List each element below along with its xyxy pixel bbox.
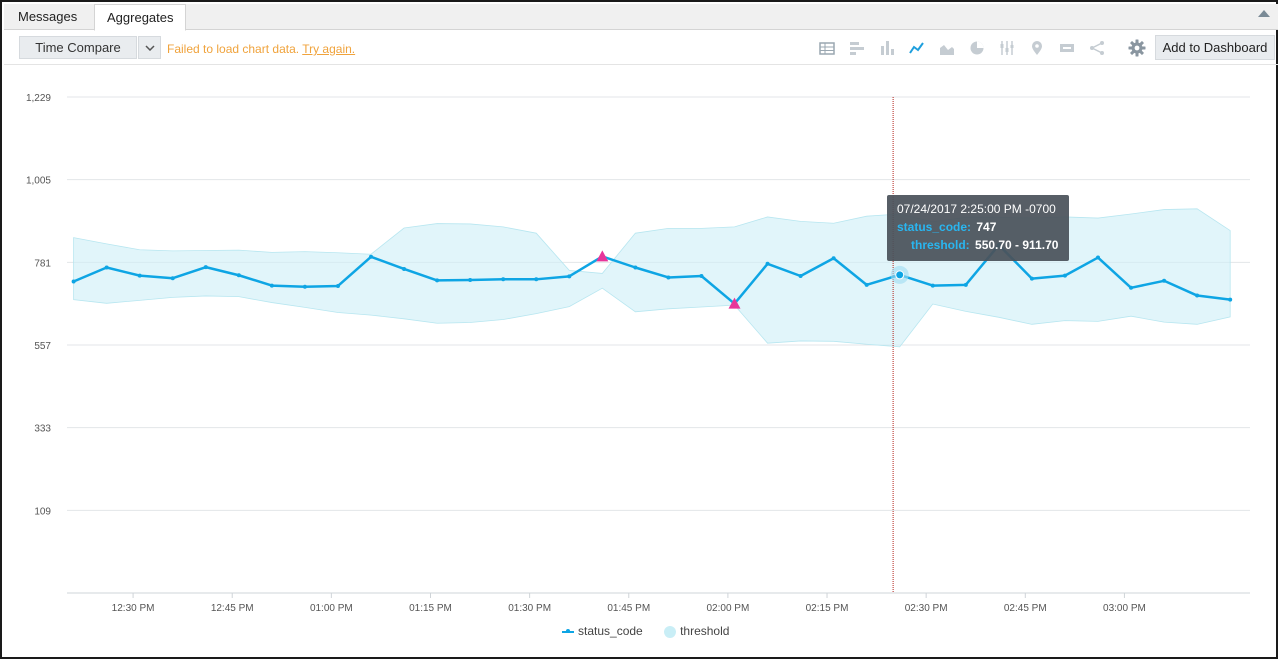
chart-legend: status_code threshold xyxy=(562,623,747,638)
x-tick-label: 01:15 PM xyxy=(409,603,452,614)
status-code-point xyxy=(666,275,671,280)
status-code-point xyxy=(930,283,935,288)
status-code-point xyxy=(798,273,803,278)
status-code-point xyxy=(468,278,473,283)
y-tick-label: 781 xyxy=(34,258,51,269)
x-tick-label: 02:00 PM xyxy=(706,603,749,614)
chart-error-message: Failed to load chart data. Try again. xyxy=(167,42,355,56)
y-tick-label: 1,005 xyxy=(26,176,51,187)
sankey-icon[interactable] xyxy=(1089,40,1105,56)
outlier-marker xyxy=(596,250,609,262)
status-code-point xyxy=(534,277,539,282)
status-code-point xyxy=(567,274,572,279)
status-code-point xyxy=(104,265,109,270)
column-chart-icon[interactable] xyxy=(879,40,895,56)
status-code-point xyxy=(435,278,440,283)
collapse-panel-icon[interactable] xyxy=(1258,10,1270,17)
y-tick-label: 1,229 xyxy=(26,93,51,104)
y-tick-label: 109 xyxy=(34,506,51,517)
chart-tooltip: 07/24/2017 2:25:00 PM -0700 status_code:… xyxy=(887,195,1069,261)
error-text: Failed to load chart data. xyxy=(167,42,300,56)
status-code-point xyxy=(1195,293,1200,298)
tab-aggregates[interactable]: Aggregates xyxy=(94,4,186,31)
status-code-point xyxy=(864,282,869,287)
map-marker-icon[interactable] xyxy=(1029,40,1045,56)
y-tick-label: 333 xyxy=(34,424,51,435)
status-code-point xyxy=(170,276,175,281)
x-tick-label: 01:45 PM xyxy=(607,603,650,614)
legend-swatch-threshold xyxy=(664,625,677,638)
status-code-point xyxy=(1095,255,1100,260)
status-code-point xyxy=(765,261,770,266)
status-code-point xyxy=(963,282,968,287)
x-tick-label: 03:00 PM xyxy=(1103,603,1146,614)
legend-item-threshold[interactable]: threshold xyxy=(664,624,729,638)
tooltip-series2-value: 550.70 - 911.70 xyxy=(975,238,1059,252)
status-code-point xyxy=(402,266,407,271)
status-code-point xyxy=(1162,278,1167,283)
tooltip-series1-value: 747 xyxy=(976,220,997,234)
area-chart-icon[interactable] xyxy=(939,40,955,56)
status-code-point xyxy=(335,283,340,288)
status-code-point xyxy=(501,277,506,282)
x-tick-label: 12:45 PM xyxy=(211,603,254,614)
status-code-point xyxy=(1129,285,1134,290)
status-code-point xyxy=(137,273,142,278)
status-code-point xyxy=(633,265,638,270)
time-compare-button[interactable]: Time Compare xyxy=(19,36,137,59)
x-tick-label: 02:45 PM xyxy=(1004,603,1047,614)
bar-chart-icon[interactable] xyxy=(849,40,865,56)
x-tick-label: 12:30 PM xyxy=(112,603,155,614)
tab-bar: Messages Aggregates xyxy=(4,4,1278,31)
line-chart[interactable]: 109 333 557 781 1,005 1,229 12:30 PM 12:45 PM 01… xyxy=(4,65,1276,621)
status-code-point xyxy=(831,256,836,261)
status-code-point xyxy=(203,265,208,270)
tooltip-series1-label: status_code: xyxy=(897,220,972,234)
legend-item-status-code[interactable]: status_code xyxy=(562,624,643,638)
legend-label-status-code: status_code xyxy=(578,623,643,638)
tooltip-row-threshold: threshold: 550.70 - 911.70 xyxy=(897,238,1059,252)
status-code-point xyxy=(236,273,241,278)
status-code-point xyxy=(302,284,307,289)
line-chart-icon[interactable] xyxy=(909,40,925,56)
try-again-link[interactable]: Try again. xyxy=(302,42,355,56)
status-code-point xyxy=(1228,297,1233,302)
x-tick-label: 01:30 PM xyxy=(508,603,551,614)
status-code-point xyxy=(699,273,704,278)
tooltip-title: 07/24/2017 2:25:00 PM -0700 xyxy=(897,202,1056,216)
single-value-icon[interactable] xyxy=(1059,40,1075,56)
table-icon[interactable] xyxy=(819,40,835,56)
chart-toolbar: Time Compare Failed to load chart data. … xyxy=(4,31,1278,65)
status-code-point xyxy=(71,279,76,284)
x-tick-label: 01:00 PM xyxy=(310,603,353,614)
settings-icon[interactable] xyxy=(1128,39,1146,57)
status-code-point xyxy=(269,283,274,288)
highlight-point xyxy=(895,270,905,280)
time-compare-dropdown[interactable] xyxy=(138,36,161,59)
x-tick-label: 02:30 PM xyxy=(905,603,948,614)
tooltip-series2-label: threshold: xyxy=(911,238,970,252)
status-code-point xyxy=(369,254,374,259)
x-tick-label: 02:15 PM xyxy=(806,603,849,614)
status-code-point xyxy=(1029,276,1034,281)
legend-label-threshold: threshold xyxy=(680,623,730,638)
y-tick-label: 557 xyxy=(34,341,51,352)
pie-chart-icon[interactable] xyxy=(969,40,985,56)
tab-messages[interactable]: Messages xyxy=(6,4,94,30)
chevron-down-icon xyxy=(145,45,155,51)
tooltip-row-status-code: status_code: 747 xyxy=(897,220,1059,234)
add-to-dashboard-button[interactable]: Add to Dashboard xyxy=(1155,35,1275,60)
box-plot-icon[interactable] xyxy=(999,40,1015,56)
legend-swatch-status-code xyxy=(562,628,574,633)
panel-frame: Messages Aggregates Time Compare Failed … xyxy=(0,0,1278,659)
status-code-point xyxy=(1062,273,1067,278)
